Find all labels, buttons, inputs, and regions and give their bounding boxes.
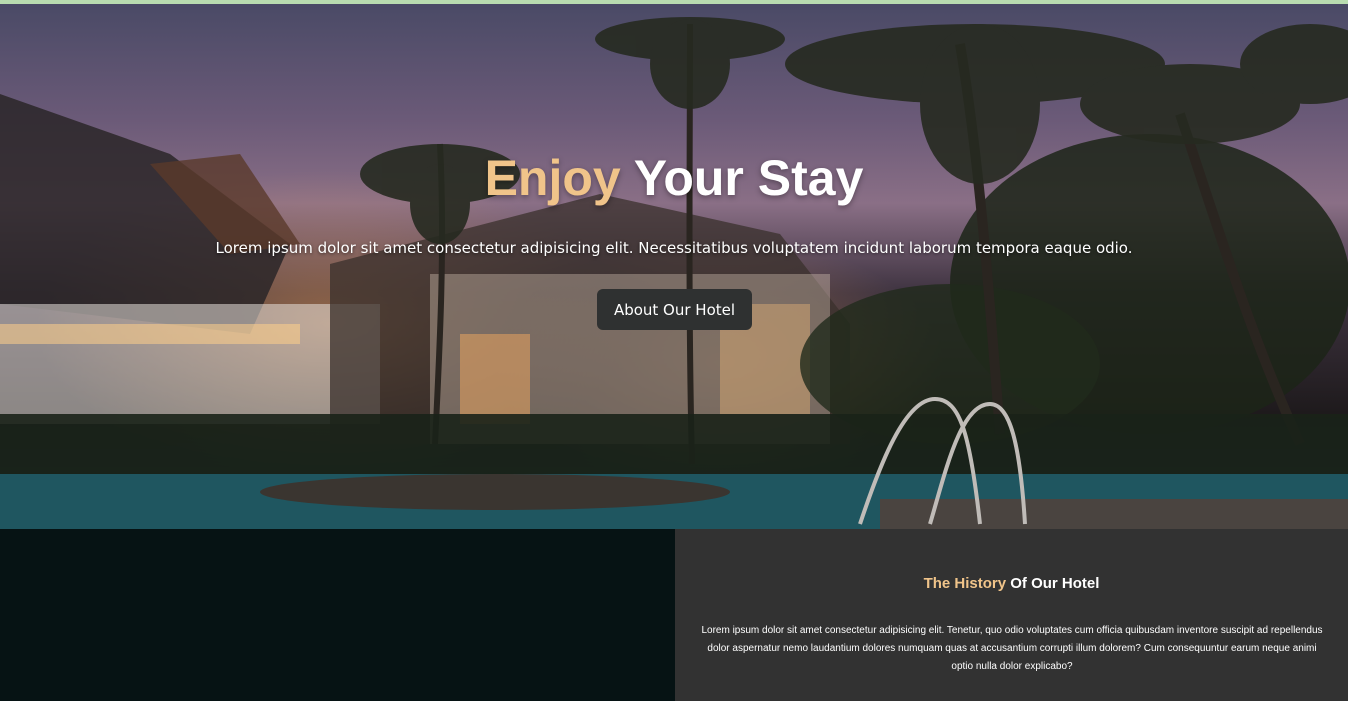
history-section: The History Of Our Hotel Lorem ipsum dol…	[675, 529, 1348, 701]
hero-content: Enjoy Your Stay Lorem ipsum dolor sit am…	[0, 4, 1348, 529]
hero-section: Enjoy Your Stay Lorem ipsum dolor sit am…	[0, 4, 1348, 529]
history-text: Lorem ipsum dolor sit amet consectetur a…	[701, 625, 1323, 672]
hero-title-accent: Enjoy	[484, 150, 621, 206]
hero-subtitle: Lorem ipsum dolor sit amet consectetur a…	[215, 239, 1133, 257]
hero-title-rest: Your Stay	[620, 150, 864, 206]
hero-title: Enjoy Your Stay	[0, 146, 1348, 210]
history-image-panel	[0, 529, 675, 701]
history-title-accent: The History	[923, 575, 1007, 592]
about-hotel-button[interactable]: About Our Hotel	[597, 289, 752, 330]
history-title: The History Of Our Hotel	[675, 574, 1348, 594]
history-title-rest: Of Our Hotel	[1006, 575, 1100, 592]
